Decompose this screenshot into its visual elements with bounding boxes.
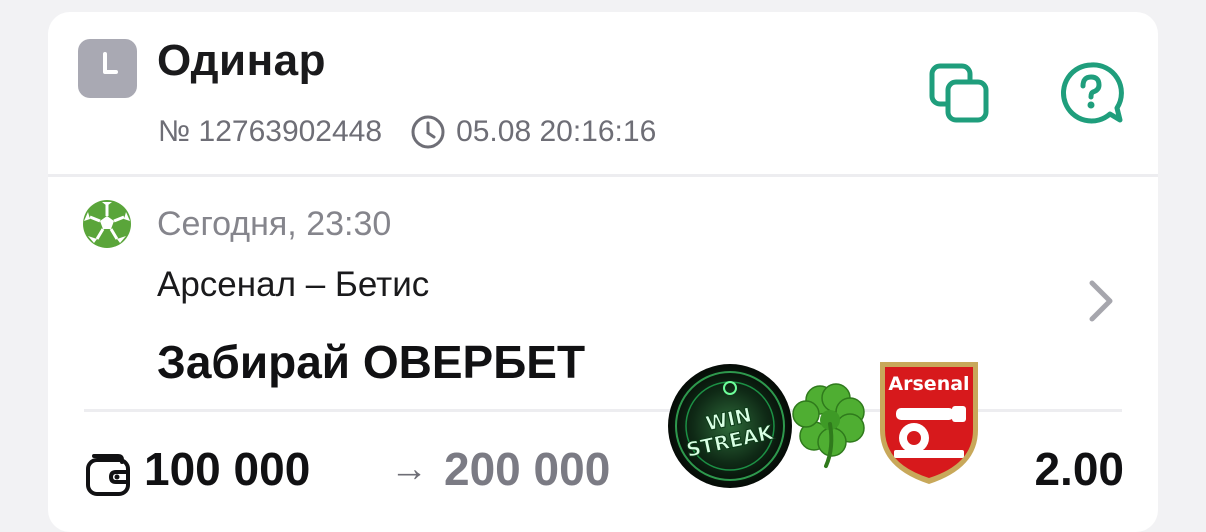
payout-amount: 200 000	[444, 443, 611, 495]
stake-amount: 100 000	[144, 443, 311, 495]
arsenal-badge-icon: Arsenal	[880, 362, 978, 484]
wallet-icon	[86, 454, 130, 496]
event-time: Сегодня, 23:30	[157, 205, 392, 243]
copy-icon[interactable]	[926, 60, 992, 126]
bet-number: № 12763902448	[158, 115, 383, 148]
arsenal-badge-text: Arsenal	[888, 373, 969, 395]
clock-outline-icon	[411, 115, 445, 149]
help-bubble-icon[interactable]	[1058, 60, 1124, 126]
soccer-ball-icon	[83, 200, 131, 248]
bet-card: Одинар № 12763902448 05.08 20:16:16 Сего…	[48, 12, 1158, 532]
odds-value: 2.00	[1034, 443, 1124, 495]
bet-type-title: Одинар	[157, 36, 327, 85]
bet-datetime: 05.08 20:16:16	[456, 115, 657, 148]
win-streak-sticker: WIN STREAK	[668, 364, 792, 488]
bet-header: Одинар № 12763902448 05.08 20:16:16	[48, 12, 1158, 174]
chevron-right-icon[interactable]	[1084, 277, 1120, 325]
arrow-right-icon: →	[390, 448, 428, 490]
bet-meta: № 12763902448 05.08 20:16:16	[158, 112, 656, 152]
clock-icon	[78, 39, 137, 98]
event-row[interactable]: Сегодня, 23:30 Арсенал – Бетис Забирай О…	[48, 177, 1158, 417]
event-market: Забирай ОВЕРБЕТ	[157, 336, 586, 388]
event-teams: Арсенал – Бетис	[157, 265, 430, 304]
clover-sticker	[792, 383, 865, 468]
